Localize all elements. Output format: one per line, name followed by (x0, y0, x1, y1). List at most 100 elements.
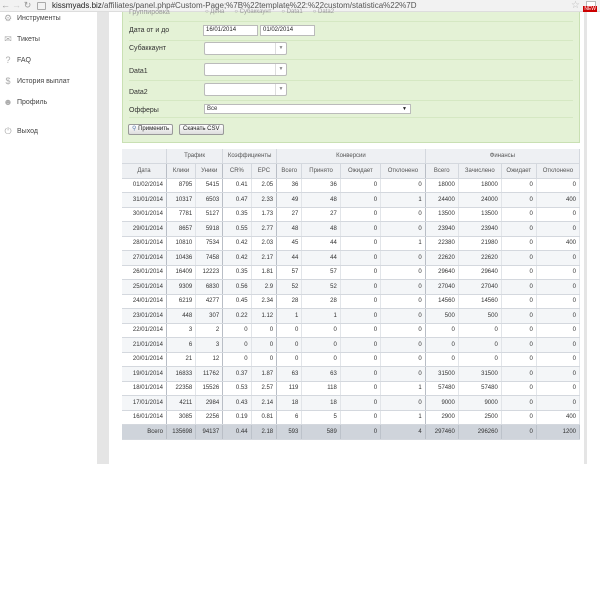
sidebar-item-logout[interactable]: ⏻ Выход (3, 126, 38, 136)
table-cell: 0.41 (222, 178, 252, 193)
subaccount-select[interactable]: ▼ (204, 42, 287, 55)
table-row: 31/01/2014 10317 6503 0.47 2.33 49 48 0 1 24400 24… (122, 192, 581, 208)
table-row: 27/01/2014 10436 7458 0.42 2.17 44 44 0 0 22620 22… (122, 250, 581, 266)
column-header[interactable]: Всего (425, 163, 459, 179)
table-cell: 0 (501, 323, 537, 338)
table-cell: 1 (380, 192, 426, 208)
apply-button[interactable]: ⚲ Применить (128, 124, 174, 135)
table-cell: 0 (501, 410, 537, 425)
forward-icon[interactable]: → (11, 0, 22, 11)
column-header[interactable]: Дата (122, 163, 167, 179)
sidebar-item-label: Тикеты (17, 35, 40, 43)
data2-label: Data2 (129, 89, 148, 96)
grouping-radios[interactable]: Дена Субаккаунт Data1 Data2 (205, 9, 334, 15)
table-cell: 0 (536, 265, 581, 280)
sidebar-item-faq[interactable]: ? FAQ (3, 55, 31, 65)
total-row: Всего 135698 94137 0.44 2.18 593 589 0 4 297460 29… (122, 424, 581, 440)
divider (129, 117, 573, 118)
column-header[interactable]: Отклонено (536, 163, 581, 179)
date-from-input[interactable]: 16/01/2014 (203, 25, 258, 36)
table-cell: 0 (380, 265, 426, 280)
table-cell: 6219 (166, 294, 197, 309)
total-cell: 4 (380, 424, 426, 440)
table-cell: 5918 (195, 221, 224, 237)
csv-button[interactable]: Скачать CSV (179, 124, 224, 135)
table-cell: 1 (380, 410, 426, 425)
table-cell: 0 (340, 352, 382, 367)
table-cell: 0 (380, 308, 426, 324)
column-header[interactable]: CR% (222, 163, 252, 179)
divider (129, 40, 573, 41)
total-cell: 2.18 (251, 424, 278, 440)
sidebar-item-payouts[interactable]: $ История выплат (3, 76, 69, 86)
grouping-option[interactable]: Data2 (313, 9, 334, 15)
table-cell: 0 (380, 294, 426, 309)
table-cell: 448 (166, 308, 197, 324)
reload-icon[interactable]: ↻ (22, 0, 33, 11)
table-cell: 4277 (195, 294, 224, 309)
table-cell: 0 (458, 323, 502, 338)
power-icon: ⏻ (4, 126, 12, 136)
column-header[interactable]: Зачислено (458, 163, 502, 179)
table-cell: 24000 (458, 192, 502, 208)
table-cell: 57 (301, 265, 341, 280)
grouping-option[interactable]: Data1 (281, 9, 303, 15)
grouping-option[interactable]: Субаккаунт (234, 9, 272, 15)
table-cell: 0 (501, 381, 537, 396)
column-header[interactable]: Принято (301, 163, 341, 179)
column-header[interactable]: Клики (166, 163, 197, 179)
table-cell: 36 (301, 178, 341, 193)
table-cell: 26/01/2014 (122, 265, 167, 280)
grouping-option[interactable]: Дена (205, 9, 224, 15)
sidebar-item-tools[interactable]: ⚙ Инструменты (3, 13, 61, 23)
table-cell: 23/01/2014 (122, 308, 167, 324)
table-cell: 2.33 (251, 192, 278, 208)
group-header-row: Трафик Коэффициенты Конверсии Финансы (122, 149, 581, 164)
sidebar-item-label: FAQ (17, 56, 32, 64)
sidebar-item-profile[interactable]: ☻ Профиль (3, 97, 47, 107)
data2-select[interactable]: ▼ (204, 83, 287, 96)
table-cell: 0 (536, 178, 581, 193)
table-cell: 0 (501, 178, 537, 193)
money-icon: $ (5, 76, 11, 86)
table-row: 20/01/2014 21 12 0 0 0 0 0 0 0 0 0 0 (122, 352, 581, 367)
table-cell: 0 (340, 381, 382, 396)
user-icon: ☻ (3, 97, 13, 107)
table-cell: 0 (536, 366, 581, 382)
column-header[interactable]: Уники (195, 163, 224, 179)
column-header[interactable]: Отклонено (380, 163, 426, 179)
sidebar-item-tickets[interactable]: ✉ Тикеты (3, 34, 40, 44)
grouping-label: Группировка (129, 9, 170, 16)
table-cell: 118 (301, 381, 341, 396)
column-header[interactable]: Ожидает (501, 163, 537, 179)
table-cell: 57 (276, 265, 303, 280)
table-cell: 0 (536, 221, 581, 237)
table-cell: 57480 (458, 381, 502, 396)
statistics-table: Трафик Коэффициенты Конверсии Финансы Да… (122, 149, 581, 440)
date-to-input[interactable]: 01/02/2014 (260, 25, 315, 36)
table-cell: 49 (276, 192, 303, 208)
table-cell: 21980 (458, 236, 502, 251)
column-header[interactable]: Всего (276, 163, 303, 179)
filter-form: Дена Субаккаунт Data1 Data2 Группировка … (122, 9, 580, 143)
table-cell: 18/01/2014 (122, 381, 167, 396)
column-header[interactable]: EPC (251, 163, 278, 179)
table-cell: 500 (425, 308, 459, 324)
table-cell: 22380 (425, 236, 459, 251)
table-cell: 0 (536, 323, 581, 338)
data1-select[interactable]: ▼ (204, 63, 287, 76)
table-cell: 0.53 (222, 381, 252, 396)
table-cell: 2.34 (251, 294, 278, 309)
column-header[interactable]: Ожидает (340, 163, 382, 179)
sidebar: ⚙ Инструменты ✉ Тикеты ? FAQ $ История выпла… (0, 12, 97, 600)
table-cell: 0 (380, 366, 426, 382)
table-cell: 22620 (458, 250, 502, 266)
extension-icon[interactable]: NEW (583, 1, 597, 12)
back-icon[interactable]: ← (0, 0, 11, 11)
table-cell: 0 (380, 250, 426, 266)
table-cell: 0 (340, 192, 382, 208)
offers-select[interactable]: Все ▼ (204, 104, 411, 114)
bookmark-star-icon[interactable]: ☆ (571, 0, 580, 12)
table-cell: 0 (340, 265, 382, 280)
divider (129, 100, 573, 101)
